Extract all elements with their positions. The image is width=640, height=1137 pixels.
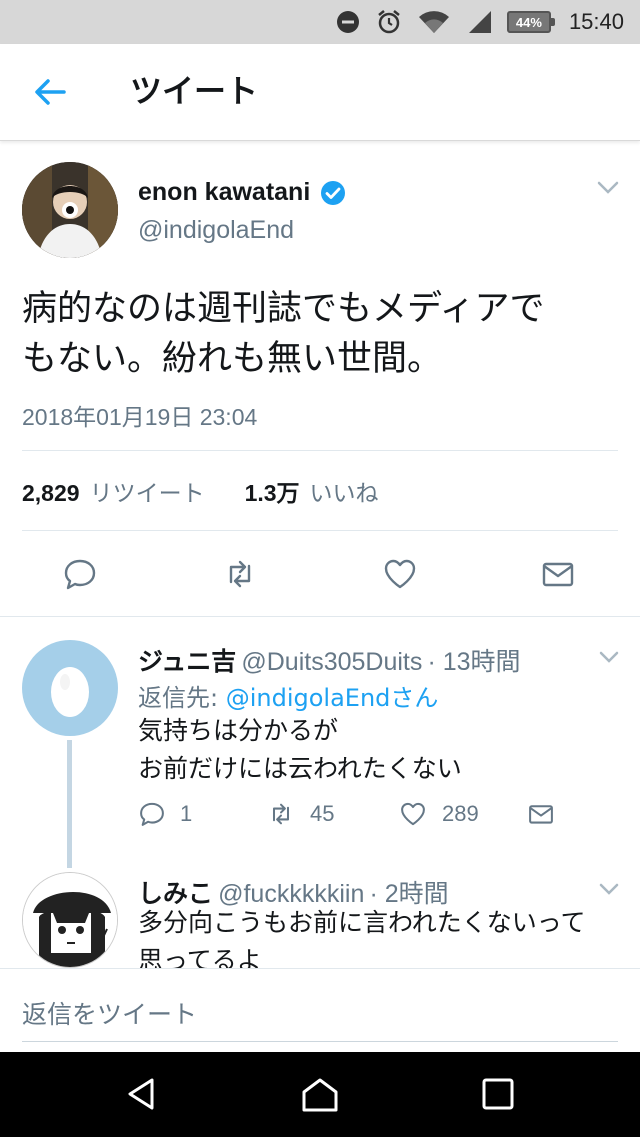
reply-to-link[interactable]: @indigolaEndさん bbox=[226, 684, 439, 712]
reply-text: 気持ちは分かるが お前だけには云われたくない bbox=[138, 712, 462, 788]
tweet-stats: 2,829 リツイート 1.3万 いいね bbox=[22, 474, 379, 508]
tweet-text-line: もない。紛れも無い世間。 bbox=[22, 339, 443, 379]
retweet-label[interactable]: リツイート bbox=[90, 474, 205, 508]
chevron-down-icon[interactable] bbox=[598, 882, 620, 896]
home-icon bbox=[302, 1078, 338, 1112]
retweet-icon bbox=[272, 803, 290, 825]
back-arrow-icon bbox=[35, 79, 66, 105]
user-handle[interactable]: @indigolaEnd bbox=[138, 216, 294, 245]
like-count[interactable]: 1.3万 bbox=[245, 474, 300, 508]
avatar[interactable] bbox=[22, 162, 118, 258]
app-header: ツイート bbox=[0, 44, 640, 141]
back-button[interactable] bbox=[30, 72, 70, 112]
retweet-button[interactable]: 45 bbox=[266, 800, 334, 828]
tweet-text: 病的なのは週刊誌でもメディアで もない。紛れも無い世間。 bbox=[22, 284, 622, 384]
chevron-down-icon[interactable] bbox=[598, 650, 620, 664]
verified-badge-icon bbox=[321, 181, 345, 205]
like-button[interactable]: 289 bbox=[398, 800, 479, 828]
profile-photo bbox=[22, 162, 118, 258]
recents-icon bbox=[482, 1078, 514, 1110]
reply-header: ジュニ吉 @Duits305Duits · 13時間 bbox=[138, 642, 521, 678]
default-egg-avatar bbox=[51, 667, 89, 717]
reply-display-name[interactable]: ジュニ吉 bbox=[138, 647, 236, 676]
input-underline bbox=[22, 1041, 618, 1042]
retweet-count: 45 bbox=[310, 801, 335, 826]
chevron-down-icon[interactable] bbox=[596, 180, 620, 196]
signal-icon bbox=[468, 11, 491, 33]
divider bbox=[0, 616, 640, 617]
wifi-icon bbox=[418, 11, 449, 33]
nav-back-button[interactable] bbox=[120, 1072, 164, 1116]
like-label[interactable]: いいね bbox=[310, 474, 379, 508]
battery-icon: 44% bbox=[506, 11, 555, 33]
reply-text-line: 気持ちは分かるが bbox=[138, 716, 339, 745]
clock: 15:40 bbox=[568, 9, 624, 34]
message-icon bbox=[529, 805, 553, 824]
message-button[interactable] bbox=[526, 800, 556, 828]
back-triangle-icon bbox=[128, 1078, 154, 1110]
alarm-icon bbox=[378, 10, 400, 34]
message-icon bbox=[542, 562, 574, 587]
reply-icon bbox=[140, 802, 164, 826]
like-icon bbox=[384, 559, 416, 589]
do-not-disturb-icon bbox=[336, 11, 359, 33]
avatar[interactable] bbox=[22, 640, 118, 736]
android-nav-bar bbox=[0, 1052, 640, 1137]
like-count: 289 bbox=[442, 801, 479, 826]
reply-compose-bar[interactable]: 返信をツイート bbox=[0, 968, 640, 1053]
reply-button[interactable]: 1 bbox=[138, 800, 192, 828]
reply-to-label: 返信先: bbox=[138, 684, 219, 712]
tweet-text-line: 病的なのは週刊誌でもメディアで bbox=[22, 289, 545, 329]
reply-count: 1 bbox=[180, 801, 193, 826]
like-icon bbox=[401, 802, 425, 826]
divider bbox=[22, 450, 618, 451]
like-button[interactable] bbox=[382, 556, 418, 592]
reply-time: · 13時間 bbox=[427, 648, 521, 676]
reply-text-line: 多分向こうもお前に言われたくないって bbox=[138, 908, 586, 937]
retweet-count[interactable]: 2,829 bbox=[22, 480, 80, 507]
battery-level: 44% bbox=[515, 14, 542, 30]
message-button[interactable] bbox=[540, 556, 576, 592]
divider bbox=[22, 530, 618, 531]
tweet-timestamp: 2018年01月19日 23:04 bbox=[22, 404, 258, 430]
reply-handle[interactable]: @Duits305Duits bbox=[241, 648, 422, 676]
nav-home-button[interactable] bbox=[298, 1072, 342, 1116]
nav-recents-button[interactable] bbox=[476, 1072, 520, 1116]
page-title: ツイート bbox=[130, 72, 259, 110]
avatar[interactable] bbox=[22, 872, 118, 968]
reply-to: 返信先: @indigolaEndさん bbox=[138, 678, 438, 713]
reply-icon bbox=[64, 559, 96, 590]
retweet-button[interactable] bbox=[222, 556, 258, 592]
reply-text-line: お前だけには云われたくない bbox=[138, 754, 462, 783]
thread-connector bbox=[67, 740, 72, 868]
anime-character-avatar bbox=[23, 873, 117, 967]
display-name[interactable]: enon kawatani bbox=[138, 178, 310, 207]
retweet-icon bbox=[229, 560, 251, 588]
status-bar: 44% 15:40 bbox=[0, 0, 640, 44]
reply-input[interactable]: 返信をツイート bbox=[22, 995, 197, 1031]
tweet-actions bbox=[0, 548, 640, 604]
reply-button[interactable] bbox=[62, 556, 98, 592]
